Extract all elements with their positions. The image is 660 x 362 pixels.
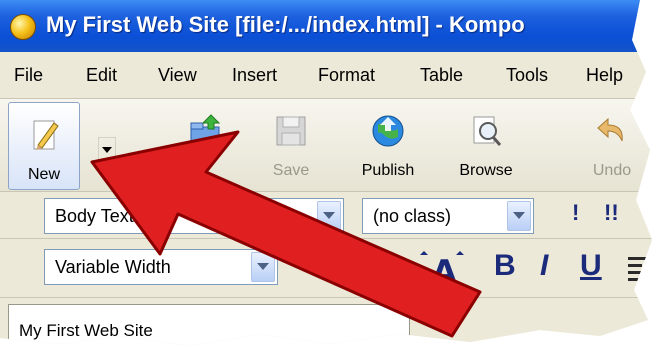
- window-title: My First Web Site [file:/.../index.html]…: [46, 12, 525, 37]
- globe-publish-icon: [372, 115, 404, 147]
- menu-help[interactable]: Help: [586, 65, 623, 86]
- font-size-icons[interactable]: A A: [398, 251, 468, 285]
- magnifier-browse-icon: [473, 116, 502, 146]
- application-window: My First Web Site [file:/.../index.html]…: [0, 0, 652, 346]
- folder-open-icon: [190, 114, 221, 146]
- class-select-value: (no class): [373, 206, 452, 226]
- strong-button[interactable]: !!: [604, 200, 619, 226]
- paragraph-style-select[interactable]: Body Text: [44, 198, 344, 234]
- browse-label: Browse: [459, 162, 513, 179]
- undo-arrow-icon: [597, 117, 623, 142]
- font-select[interactable]: Variable Width: [44, 249, 278, 285]
- publish-label: Publish: [361, 162, 415, 179]
- undo-label: Undo: [592, 162, 632, 179]
- publish-button[interactable]: Publish: [348, 99, 428, 191]
- menu-insert[interactable]: Insert: [232, 65, 277, 86]
- svg-text:A: A: [432, 253, 457, 285]
- italic-button[interactable]: I: [540, 249, 548, 283]
- class-select[interactable]: (no class): [362, 198, 534, 234]
- browse-button[interactable]: Browse: [446, 99, 526, 191]
- document-tab-label: My First Web Site: [19, 321, 153, 340]
- underline-button[interactable]: U: [580, 249, 602, 283]
- save-label: Save: [272, 162, 310, 179]
- open-button[interactable]: [170, 99, 240, 191]
- undo-button[interactable]: Undo: [572, 99, 652, 191]
- new-label: New: [27, 166, 60, 183]
- floppy-disk-icon: [276, 116, 306, 146]
- emphasis-button[interactable]: !: [572, 200, 579, 226]
- menu-table[interactable]: Table: [420, 65, 463, 86]
- title-bar[interactable]: My First Web Site [file:/.../index.html]…: [0, 0, 652, 52]
- composition-toolbar: New Save Publish Browse Undo: [0, 99, 652, 192]
- save-button[interactable]: Save: [256, 99, 326, 191]
- pencil-icon: [33, 120, 59, 150]
- align-left-icon[interactable]: [626, 253, 650, 283]
- chevron-down-icon[interactable]: [317, 201, 341, 231]
- kompozer-logo-icon: [10, 14, 36, 40]
- document-tab-bar: My First Web Site: [0, 298, 652, 346]
- font-select-value: Variable Width: [55, 257, 171, 277]
- svg-text:A: A: [400, 258, 420, 285]
- menu-tools[interactable]: Tools: [506, 65, 548, 86]
- menu-edit[interactable]: Edit: [86, 65, 117, 86]
- menu-view[interactable]: View: [158, 65, 197, 86]
- format-toolbar-1: Body Text (no class) ! !!: [0, 192, 652, 239]
- new-dropdown-chevron-down-icon[interactable]: [98, 137, 116, 163]
- new-button[interactable]: New: [8, 102, 80, 190]
- chevron-down-icon[interactable]: [507, 201, 531, 231]
- paragraph-style-value: Body Text: [55, 206, 134, 226]
- chevron-down-icon[interactable]: [251, 252, 275, 282]
- document-tab[interactable]: My First Web Site: [8, 304, 410, 346]
- menu-bar: File Edit View Insert Format Table Tools…: [0, 52, 652, 99]
- menu-file[interactable]: File: [14, 65, 43, 86]
- menu-format[interactable]: Format: [318, 65, 375, 86]
- bold-button[interactable]: B: [494, 249, 516, 283]
- format-toolbar-2: Variable Width A A B I U: [0, 239, 652, 298]
